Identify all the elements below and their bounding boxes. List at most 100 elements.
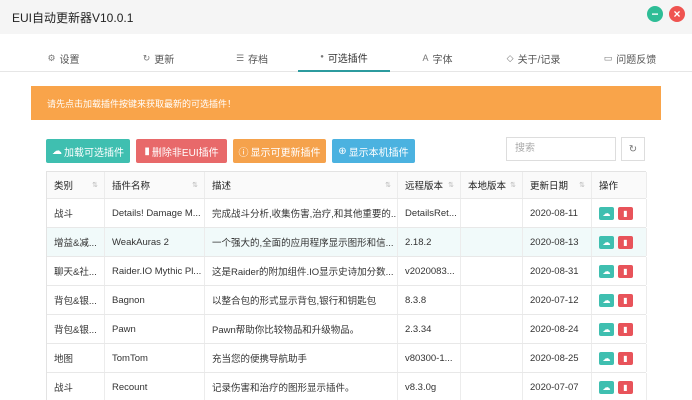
search-input[interactable]: 搜索 <box>506 137 616 161</box>
close-button[interactable]: × <box>669 6 685 22</box>
table-row[interactable]: 聊天&社... Raider.IO Mythic Pl... 这是Raider的附加… <box>47 257 647 286</box>
tab-fonts[interactable]: A 字体 <box>390 44 485 72</box>
delete-icon[interactable]: ▮ <box>618 293 633 307</box>
tab-optional-plugins[interactable]: ● 可选插件 <box>298 44 390 72</box>
table-header: 类别 ⇅ 插件名称 ⇅ 描述 ⇅ 远程版本 ⇅ 本地版本 ⇅ 更新日期 ⇅ 操作 <box>47 172 647 199</box>
cloud-download-icon[interactable]: ☁ <box>599 206 614 220</box>
tab-update[interactable]: ↻ 更新 <box>111 44 206 72</box>
delete-icon[interactable]: ▮ <box>618 264 633 278</box>
tab-label: 关于/记录 <box>517 54 561 66</box>
cell-name: Raider.IO Mythic Pl... <box>105 257 205 285</box>
cell-local <box>461 286 523 314</box>
tab-feedback[interactable]: ▭ 问题反馈 <box>582 44 678 72</box>
cell-date: 2020-07-07 <box>523 373 592 400</box>
table-row[interactable]: 增益&减... WeakAuras 2 一个强大的,全面的应用程序显示图形和信...… <box>47 228 647 257</box>
cloud-download-icon[interactable]: ☁ <box>599 264 614 278</box>
minus-icon: − <box>651 7 659 21</box>
column-header: 操作 <box>592 172 647 198</box>
cell-name: Recount <box>105 373 205 400</box>
cell-remote: 2.18.2 <box>398 228 461 256</box>
database-icon: ☰ <box>235 52 245 63</box>
delete-icon[interactable]: ▮ <box>618 206 633 220</box>
delete-icon[interactable]: ▮ <box>618 235 633 249</box>
table-row[interactable]: 战斗 Recount 记录伤害和治疗的图形显示插件。 v8.3.0g 2020-07-0… <box>47 373 647 400</box>
column-header[interactable]: 更新日期 ⇅ <box>523 172 592 198</box>
cloud-download-icon[interactable]: ☁ <box>599 322 614 336</box>
trash-icon: ▮ <box>144 145 150 157</box>
shield-icon: ◇ <box>506 52 514 63</box>
delete-icon[interactable]: ▮ <box>618 322 633 336</box>
cell-local <box>461 373 523 400</box>
table-row[interactable]: 背包&银... Pawn Pawn帮助你比较物品和升级物品。 2.3.34 2020-0… <box>47 315 647 344</box>
cell-desc: 以整合包的形式显示背包,银行和钥匙包 <box>205 286 398 314</box>
cell-date: 2020-07-12 <box>523 286 592 314</box>
column-header[interactable]: 本地版本 ⇅ <box>461 172 523 198</box>
sort-icon: ⇅ <box>510 182 516 189</box>
cell-category: 背包&银... <box>47 315 105 343</box>
tab-label: 字体 <box>432 54 453 66</box>
table-row[interactable]: 背包&银... Bagnon 以整合包的形式显示背包,银行和钥匙包 8.3.8 2020… <box>47 286 647 315</box>
tab-settings[interactable]: ⚙ 设置 <box>16 44 111 72</box>
delete-icon[interactable]: ▮ <box>618 380 633 394</box>
cell-desc: 充当您的便携导航助手 <box>205 344 398 372</box>
info-icon: ⓘ <box>238 147 249 159</box>
show-updatable-button[interactable]: ⓘ 显示可更新插件 <box>233 139 326 163</box>
cell-name: TomTom <box>105 344 205 372</box>
cloud-download-icon[interactable]: ☁ <box>599 235 614 249</box>
delete-icon[interactable]: ▮ <box>618 351 633 365</box>
cell-local <box>461 315 523 343</box>
delete-non-eui-button[interactable]: ▮ 删除非EUI插件 <box>136 139 227 163</box>
cell-local <box>461 344 523 372</box>
cell-actions: ☁ ▮ <box>592 286 647 314</box>
plugins-table: 类别 ⇅ 插件名称 ⇅ 描述 ⇅ 远程版本 ⇅ 本地版本 ⇅ 更新日期 ⇅ 操作 战斗 Det… <box>46 171 647 400</box>
tab-label: 存档 <box>248 54 269 66</box>
button-label: 显示可更新插件 <box>250 147 321 159</box>
show-local-button[interactable]: ⊕ 显示本机插件 <box>332 139 415 163</box>
tab-about[interactable]: ◇ 关于/记录 <box>485 44 582 72</box>
button-label: 显示本机插件 <box>348 147 409 159</box>
cloud-download-icon: ☁ <box>52 145 62 157</box>
cell-category: 战斗 <box>47 199 105 227</box>
cell-actions: ☁ ▮ <box>592 228 647 256</box>
load-plugins-button[interactable]: ☁ 加载可选插件 <box>46 139 130 163</box>
column-header[interactable]: 远程版本 ⇅ <box>398 172 461 198</box>
cell-name: Details! Damage M... <box>105 199 205 227</box>
refresh-icon: ↻ <box>142 52 151 63</box>
cell-remote: 8.3.8 <box>398 286 461 314</box>
button-label: 删除非EUI插件 <box>151 147 219 159</box>
tab-archive[interactable]: ☰ 存档 <box>206 44 298 72</box>
button-label: 加载可选插件 <box>64 147 124 159</box>
cell-desc: Pawn帮助你比较物品和升级物品。 <box>205 315 398 343</box>
comment-icon: ▭ <box>603 52 613 63</box>
cell-category: 聊天&社... <box>47 257 105 285</box>
cell-date: 2020-08-13 <box>523 228 592 256</box>
cell-remote: v2020083... <box>398 257 461 285</box>
window-title: EUI自动更新器V10.0.1 <box>12 11 134 25</box>
cell-category: 背包&银... <box>47 286 105 314</box>
refresh-button[interactable]: ↻ <box>621 137 645 161</box>
cell-date: 2020-08-25 <box>523 344 592 372</box>
cloud-download-icon[interactable]: ☁ <box>599 293 614 307</box>
table-row[interactable]: 地图 TomTom 充当您的便携导航助手 v80300-1... 2020-08-25 ☁… <box>47 344 647 373</box>
tab-label: 可选插件 <box>327 53 368 65</box>
column-header[interactable]: 描述 ⇅ <box>205 172 398 198</box>
cell-local <box>461 199 523 227</box>
column-header[interactable]: 插件名称 ⇅ <box>105 172 205 198</box>
table-row[interactable]: 战斗 Details! Damage M... 完成战斗分析,收集伤害,治疗,和其他… <box>47 199 647 228</box>
cell-desc: 记录伤害和治疗的图形显示插件。 <box>205 373 398 400</box>
tab-bar: ⚙ 设置 ↻ 更新 ☰ 存档 ● 可选插件 A 字体 ◇ 关于/记录 ▭ 问题反… <box>0 44 692 72</box>
column-header[interactable]: 类别 ⇅ <box>47 172 105 198</box>
cell-date: 2020-08-11 <box>523 199 592 227</box>
cell-actions: ☁ ▮ <box>592 344 647 372</box>
cell-date: 2020-08-24 <box>523 315 592 343</box>
cloud-download-icon[interactable]: ☁ <box>599 351 614 365</box>
cell-remote: v8.3.0g <box>398 373 461 400</box>
cloud-download-icon[interactable]: ☁ <box>599 380 614 394</box>
minimize-button[interactable]: − <box>647 6 663 22</box>
cell-actions: ☁ ▮ <box>592 373 647 400</box>
sort-icon: ⇅ <box>448 182 454 189</box>
alert-banner: 请先点击加载插件按键来获取最新的可选插件！ <box>31 86 661 120</box>
cell-remote: DetailsRet... <box>398 199 461 227</box>
font-icon: A <box>422 53 429 63</box>
cell-name: Bagnon <box>105 286 205 314</box>
